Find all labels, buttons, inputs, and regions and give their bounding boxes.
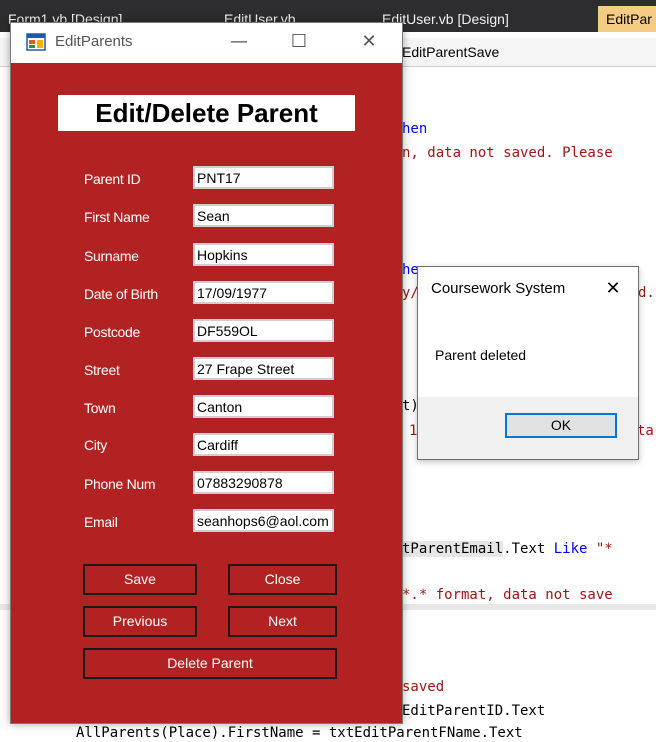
city-input[interactable] — [193, 433, 334, 456]
postcode-label: Postcode — [84, 324, 140, 340]
message-box-title: Coursework System — [431, 280, 566, 297]
maximize-icon[interactable]: ☐ — [279, 27, 319, 57]
close-icon[interactable]: ✕ — [598, 275, 628, 303]
form-title-bar[interactable]: EditParents — ☐ ✕ — [11, 23, 402, 63]
ide-member-dropdown-value: EditParentSave — [402, 44, 500, 60]
code-line: ta — [637, 423, 654, 439]
edit-parents-window: EditParents — ☐ ✕ Edit/Delete Parent Par… — [10, 22, 403, 724]
code-line: n, data not saved. Please — [402, 145, 613, 161]
surname-label: Surname — [84, 248, 139, 264]
code-string: "* — [587, 541, 613, 557]
postcode-input[interactable] — [193, 319, 334, 342]
city-label: City — [84, 437, 107, 453]
next-button[interactable]: Next — [228, 606, 337, 637]
town-input[interactable] — [193, 395, 334, 418]
town-label: Town — [84, 400, 116, 416]
date-of-birth-label: Date of Birth — [84, 286, 158, 302]
phone-num-input[interactable] — [193, 471, 334, 494]
previous-button[interactable]: Previous — [83, 606, 197, 637]
code-line: AllParents(Place).FirstName = txtEditPar… — [76, 725, 523, 741]
form-title: EditParents — [55, 33, 133, 50]
form-heading: Edit/Delete Parent — [58, 95, 355, 131]
code-highlight: tParentEmail — [402, 541, 504, 557]
code-line: d. — [638, 285, 655, 301]
message-box: Coursework System ✕ Parent deleted OK — [417, 266, 639, 460]
code-line: saved — [402, 679, 445, 695]
parent-id-input[interactable] — [193, 166, 334, 189]
close-button[interactable]: Close — [228, 564, 337, 595]
phone-num-label: Phone Num — [84, 476, 156, 492]
code-line: EditParentID.Text — [402, 703, 546, 719]
close-icon[interactable]: ✕ — [349, 27, 389, 57]
street-label: Street — [84, 362, 120, 378]
message-text: Parent deleted — [435, 347, 527, 363]
street-input[interactable] — [193, 357, 334, 380]
parent-id-label: Parent ID — [84, 171, 141, 187]
minimize-icon[interactable]: — — [219, 27, 259, 57]
date-of-birth-input[interactable] — [193, 281, 334, 304]
code-token: .Text — [503, 541, 554, 557]
code-line: *.* format, data not save — [402, 587, 613, 603]
email-label: Email — [84, 514, 118, 530]
code-line: hen — [402, 121, 428, 137]
save-button[interactable]: Save — [83, 564, 197, 595]
ok-button[interactable]: OK — [505, 413, 617, 438]
first-name-label: First Name — [84, 209, 150, 225]
surname-input[interactable] — [193, 243, 334, 266]
ide-tab-edituser-design[interactable]: EditUser.vb [Design] — [374, 6, 606, 32]
first-name-input[interactable] — [193, 204, 334, 227]
code-line: tParentEmail.Text Like "* — [402, 540, 613, 558]
form-app-icon — [26, 33, 46, 51]
message-box-footer: OK — [418, 397, 638, 459]
ide-tab-editparents-active[interactable]: EditPar — [598, 6, 656, 32]
email-input[interactable] — [193, 509, 334, 532]
delete-parent-button[interactable]: Delete Parent — [83, 648, 337, 679]
code-keyword: Like — [553, 541, 588, 557]
